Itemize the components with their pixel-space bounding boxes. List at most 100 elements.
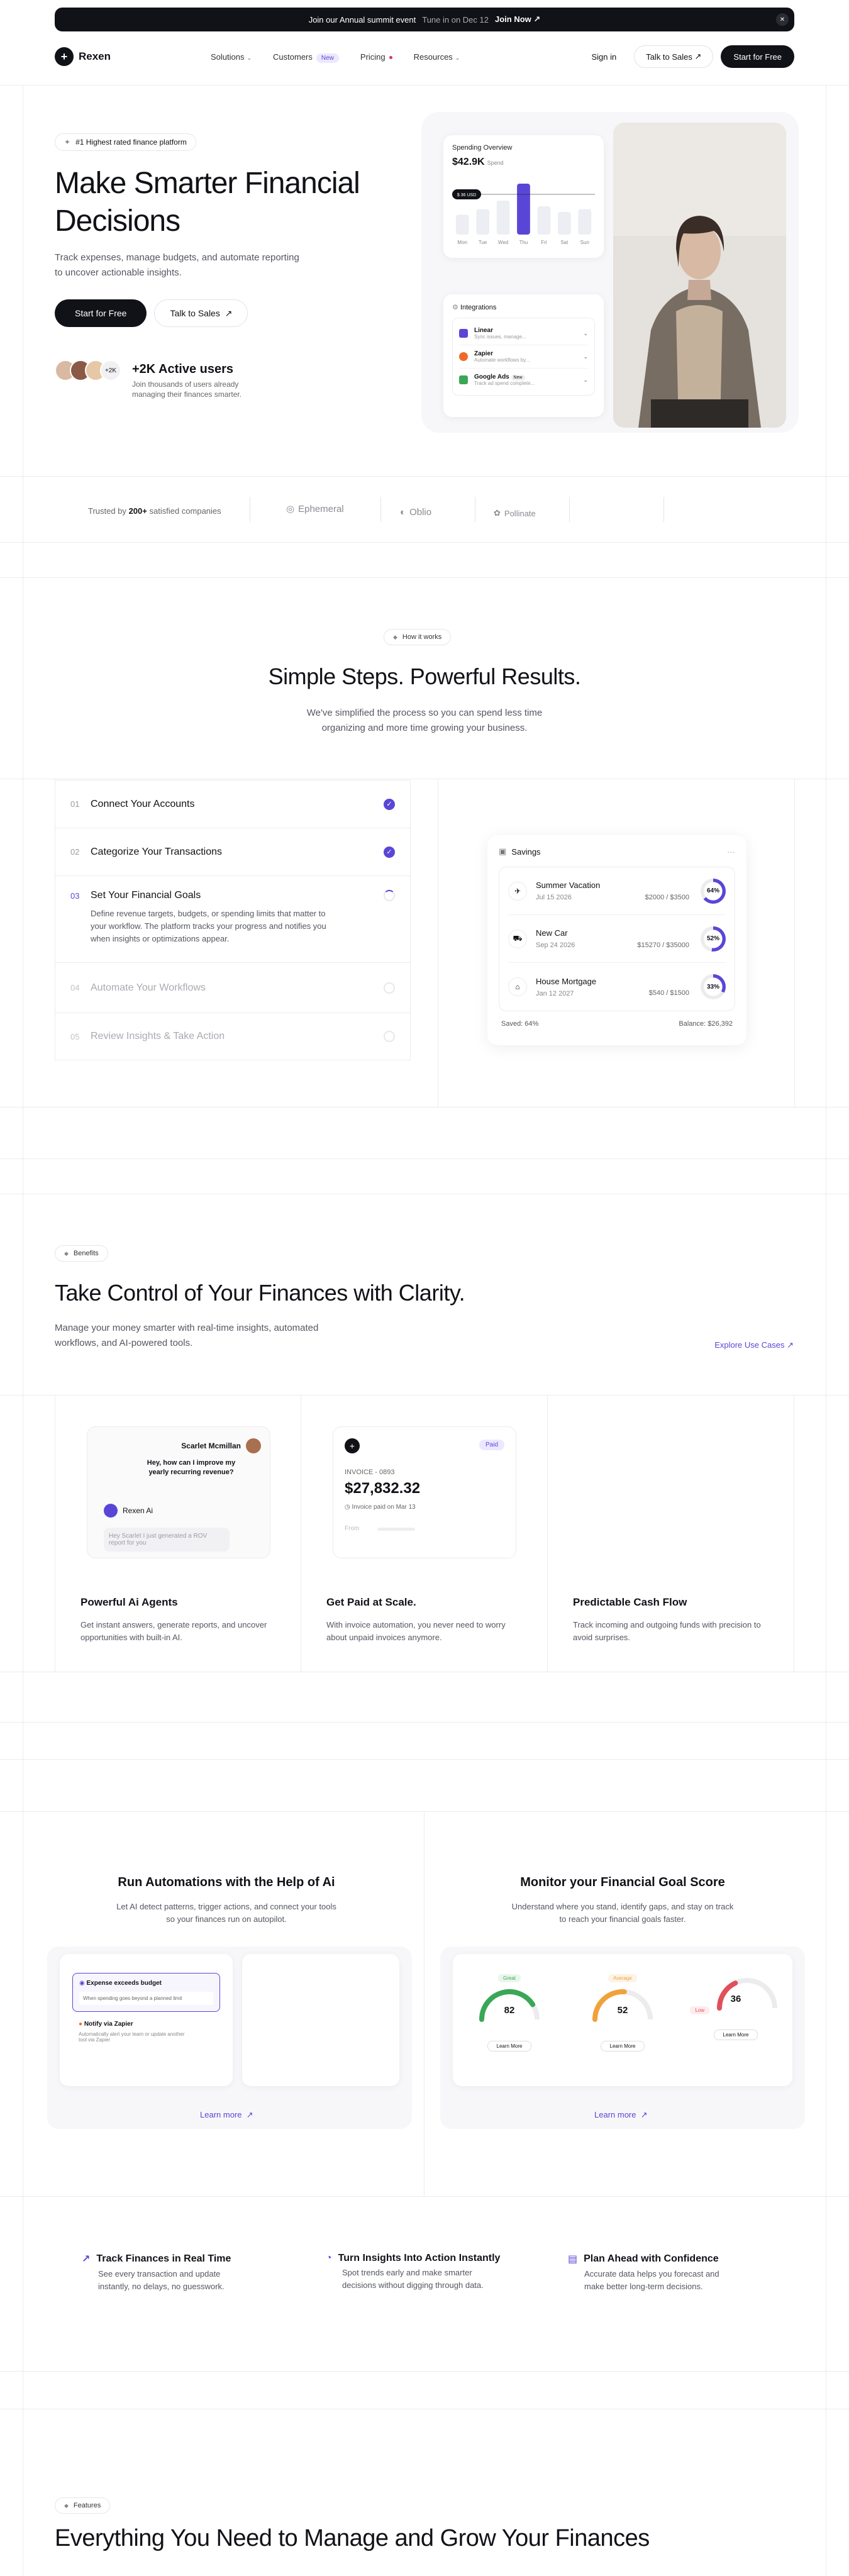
spending-bar: [578, 209, 592, 235]
gauge-arc: [716, 1978, 777, 2011]
spending-day-label: Tue: [479, 240, 487, 245]
guide-line: [0, 1158, 849, 1159]
feature-item: ▤ Plan Ahead with Confidence Accurate dat…: [568, 2253, 719, 2291]
spending-day-label: Wed: [498, 240, 508, 245]
step-item[interactable]: 02 Categorize Your Transactions ✓: [55, 828, 411, 875]
explore-use-cases-link[interactable]: Explore Use Cases ↗: [714, 1340, 794, 1350]
savings-row[interactable]: ✈ Summer Vacation Jul 15 2026 $2000 / $35…: [508, 867, 726, 915]
nav-item-resources[interactable]: Resources ⌄: [414, 52, 460, 62]
integration-item[interactable]: Zapier Automate workflows by... ⌄: [459, 345, 588, 369]
top-nav: + Rexen Solutions ⌄ Customers New Pricing …: [55, 44, 794, 69]
step-item-active[interactable]: 03 Set Your Financial Goals Define revenu…: [55, 875, 411, 962]
active-users: +2K Active users Join thousands of users…: [132, 362, 258, 399]
goal-title: Monitor your Financial Goal Score: [520, 1875, 725, 1889]
talk-to-sales-button[interactable]: Talk to Sales ↗: [634, 45, 714, 68]
notification-dot: [389, 55, 392, 59]
trigger-block[interactable]: ◉ Expense exceeds budget When spending g…: [72, 1973, 220, 2012]
gauge-track: [716, 1978, 777, 2009]
progress-ring: 52%: [701, 926, 726, 952]
placeholder-line: [377, 1528, 415, 1531]
action-block[interactable]: ● Notify via Zapier Automatically alert …: [72, 2021, 220, 2043]
zapier-icon: [459, 352, 468, 361]
benefits-title: Take Control of Your Finances with Clari…: [55, 1280, 465, 1306]
goal-learn-more[interactable]: Learn more ↗: [594, 2110, 648, 2120]
ephemeral-icon: ◎: [286, 504, 295, 514]
goal-panel: Great 82 Learn More Average 52 Learn Mor…: [440, 1946, 805, 2129]
benefit-card: Scarlet Mcmillan Hey, how can I improve …: [55, 1395, 301, 1672]
zapier-icon: ●: [79, 2021, 83, 2028]
automation-card-empty: [242, 1954, 399, 2086]
spending-bar: [455, 214, 469, 235]
avatar: [246, 1438, 261, 1453]
hero-badge: ✦ #1 Highest rated finance platform: [55, 133, 196, 151]
linear-icon: [459, 329, 468, 338]
spending-bar: [496, 201, 510, 235]
divider: [380, 497, 381, 522]
automation-title: Run Automations with the Help of Ai: [118, 1875, 335, 1889]
hero-start-button[interactable]: Start for Free: [55, 299, 147, 327]
company-logo: ◐ Oblio: [400, 507, 432, 518]
signin-link[interactable]: Sign in: [581, 52, 626, 62]
announcement-link[interactable]: Join Now ↗: [495, 14, 540, 25]
step-item[interactable]: 04 Automate Your Workflows: [55, 962, 411, 1013]
goal-gauge: Great 82 Learn More: [462, 1972, 557, 2086]
gauge-arc: [592, 1989, 653, 2022]
new-badge: New: [511, 375, 525, 380]
guide-line: [0, 85, 849, 86]
guide-line: [0, 542, 849, 543]
insight-icon: ◔: [326, 2253, 332, 2263]
nav-links: Solutions ⌄ Customers New Pricing Resource…: [211, 52, 460, 63]
nav-item-customers[interactable]: Customers New: [273, 52, 339, 63]
divider: [663, 497, 664, 522]
spending-bar: [557, 212, 571, 235]
progress-ring: 64%: [701, 878, 726, 904]
automation-panel: ◉ Expense exceeds budget When spending g…: [47, 1946, 412, 2129]
hero-title: Make Smarter Financial Decisions: [55, 167, 360, 238]
divider: [794, 779, 795, 1107]
savings-list: ✈ Summer Vacation Jul 15 2026 $2000 / $35…: [499, 867, 735, 1011]
benefits-subtitle: Manage your money smarter with real-time…: [55, 1323, 319, 1348]
hero-talk-button[interactable]: Talk to Sales ↗: [154, 299, 248, 327]
spending-day-label: Sun: [580, 240, 589, 245]
start-free-button[interactable]: Start for Free: [721, 45, 794, 68]
spending-label: Spending Overview: [452, 144, 513, 152]
hero-photo: [613, 123, 786, 428]
step-item[interactable]: 05 Review Insights & Take Action: [55, 1013, 411, 1060]
benefits-pill: ◆ Benefits: [55, 1245, 108, 1262]
savings-row[interactable]: ⌂ House Mortgage Jan 12 2027 $540 / $1500…: [508, 963, 726, 1011]
goal-score-card: Great 82 Learn More Average 52 Learn Mor…: [453, 1954, 792, 2086]
brand-name: Rexen: [79, 50, 111, 62]
automation-learn-more[interactable]: Learn more ↗: [200, 2110, 253, 2120]
avatar-count: +2K: [100, 360, 121, 381]
automation-card: ◉ Expense exceeds budget When spending g…: [60, 1954, 233, 2086]
check-icon: ✓: [384, 798, 395, 810]
spending-bar: [537, 206, 551, 235]
spending-tooltip-text: $ 36 USD: [457, 193, 476, 197]
nav-item-solutions[interactable]: Solutions ⌄: [211, 52, 252, 62]
savings-row[interactable]: ⛟ New Car Sep 24 2026 $15270 / $35000 52%: [508, 915, 726, 963]
features-pill: ◆ Features: [55, 2497, 111, 2514]
step-item[interactable]: 01 Connect Your Accounts ✓: [55, 780, 411, 828]
guide-line: [0, 2371, 849, 2372]
page: Join our Annual summit event Tune in on …: [0, 0, 849, 2576]
guide-line: [0, 1107, 849, 1108]
goal-gauge: Average 52 Learn More: [575, 1972, 670, 2086]
more-icon[interactable]: ···: [727, 847, 735, 857]
saved-total: Saved: 64%: [501, 1020, 539, 1028]
how-it-works-pill: ◆ How it works: [384, 629, 452, 645]
close-icon[interactable]: ✕: [776, 13, 789, 26]
hero-cta-group: Start for Free Talk to Sales ↗: [55, 299, 248, 327]
star-icon: ✦: [64, 138, 71, 147]
integration-item[interactable]: Linear Sync issues, manage... ⌄: [459, 322, 588, 345]
active-users-title: +2K Active users: [132, 362, 234, 376]
brand-logo[interactable]: + Rexen: [55, 47, 111, 66]
dot-icon: ◆: [393, 633, 397, 640]
alert-icon: ◉: [79, 1980, 85, 1987]
loading-icon: [384, 890, 395, 901]
google-ads-icon: [459, 375, 468, 384]
feature-item: ◔ Turn Insights Into Action Instantly Spo…: [326, 2253, 501, 2290]
features-title: Everything You Need to Manage and Grow Y…: [55, 2525, 650, 2551]
nav-item-pricing[interactable]: Pricing: [360, 52, 392, 62]
how-title: Simple Steps. Powerful Results.: [268, 663, 581, 689]
integration-item[interactable]: Google Ads New Track ad spend complete...…: [459, 369, 588, 391]
